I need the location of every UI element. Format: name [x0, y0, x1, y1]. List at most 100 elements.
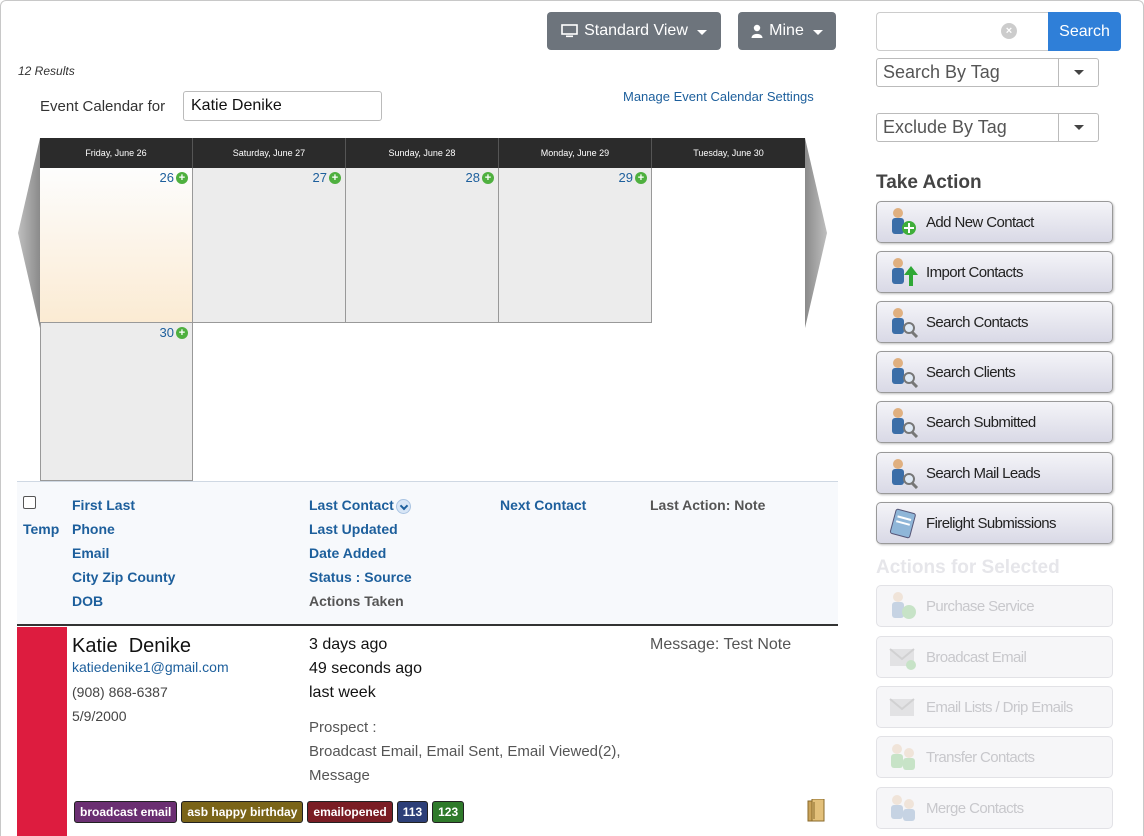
contact-tags: broadcast email asb happy birthday email…	[74, 801, 465, 823]
take-action-title: Take Action	[876, 172, 982, 193]
contact-row[interactable]: Katie Denike katiedenike1@gmail.com (908…	[17, 627, 838, 836]
calendar-cell[interactable]: 27 +	[193, 168, 346, 323]
col-email[interactable]: Email	[72, 545, 109, 561]
tag-badge[interactable]: asb happy birthday	[181, 801, 304, 823]
broadcast-email-button[interactable]: Broadcast Email	[876, 636, 1113, 678]
mine-button[interactable]: Mine	[738, 12, 836, 50]
calendar-day-header: Friday, June 26	[40, 138, 193, 168]
col-status-source[interactable]: Status : Source	[309, 569, 412, 585]
col-temp[interactable]: Temp	[23, 521, 59, 537]
clear-search-icon[interactable]: ×	[1001, 23, 1017, 39]
chevron-down-icon	[1058, 59, 1098, 86]
day-number: 28	[465, 170, 480, 185]
search-submitted-button[interactable]: Search Submitted	[876, 401, 1113, 443]
calendar-day-header: Monday, June 29	[499, 138, 652, 168]
search-submitted-icon	[892, 408, 919, 438]
email-lists-drip-emails-button[interactable]: Email Lists / Drip Emails	[876, 686, 1113, 728]
search-mail-leads-icon	[892, 459, 919, 489]
calendar-header: Friday, June 26 Saturday, June 27 Sunday…	[40, 138, 805, 168]
calendar-cell[interactable]: 30 +	[40, 323, 193, 481]
sort-chevron-icon[interactable]	[395, 498, 411, 514]
add-event-icon[interactable]: +	[482, 171, 494, 184]
manage-calendar-settings-link[interactable]: Manage Event Calendar Settings	[623, 89, 814, 104]
search-clients-label: Search Clients	[926, 363, 1016, 381]
purchase-service-label: Purchase Service	[926, 597, 1035, 615]
col-phone[interactable]: Phone	[72, 521, 115, 537]
actions-for-selected-title: Actions for Selected	[876, 557, 1060, 578]
search-clients-button[interactable]: Search Clients	[876, 351, 1113, 393]
search-by-tag-select[interactable]: Search By Tag	[876, 58, 1099, 87]
tag-badge[interactable]: 113	[396, 801, 429, 823]
import-contacts-button[interactable]: Import Contacts	[876, 251, 1113, 293]
firelight-submissions-button[interactable]: Firelight Submissions	[876, 502, 1113, 544]
folder-book-icon[interactable]	[807, 799, 825, 823]
add-event-icon[interactable]: +	[176, 171, 188, 184]
day-number: 30	[159, 325, 174, 340]
chevron-down-icon	[812, 29, 823, 35]
firelight-document-icon	[889, 508, 916, 539]
search-button[interactable]: Search	[1048, 12, 1121, 51]
exclude-by-tag-select[interactable]: Exclude By Tag	[876, 113, 1099, 142]
temperature-indicator	[17, 627, 67, 836]
monitor-icon	[561, 24, 578, 38]
import-contacts-icon	[892, 258, 918, 286]
standard-view-button[interactable]: Standard View	[547, 12, 721, 50]
select-all-checkbox[interactable]	[23, 496, 36, 509]
actions-taken-value-2: Message	[309, 767, 370, 784]
user-icon	[751, 24, 763, 38]
add-event-icon[interactable]: +	[329, 171, 341, 184]
calendar-cell[interactable]: 29 +	[499, 168, 652, 323]
results-count: 12 Results	[18, 64, 75, 78]
contact-email[interactable]: katiedenike1@gmail.com	[72, 659, 229, 675]
event-calendar-label: Event Calendar for	[40, 98, 166, 115]
calendar-prev-arrow-icon[interactable]	[18, 138, 40, 328]
search-clients-icon	[892, 358, 919, 388]
day-number: 27	[312, 170, 327, 185]
calendar-cell-today[interactable]: 26 +	[40, 168, 193, 323]
merge-contacts-button[interactable]: Merge Contacts	[876, 787, 1113, 829]
search-mail-leads-button[interactable]: Search Mail Leads	[876, 452, 1113, 494]
calendar-user-input[interactable]	[183, 91, 382, 121]
exclude-by-tag-label: Exclude By Tag	[883, 117, 1007, 137]
email-lists-icon	[889, 698, 915, 716]
col-last-contact-label: Last Contact	[309, 497, 394, 513]
event-calendar: Friday, June 26 Saturday, June 27 Sunday…	[40, 138, 805, 481]
transfer-contacts-button[interactable]: Transfer Contacts	[876, 736, 1113, 778]
status-value: Prospect :	[309, 719, 377, 736]
email-lists-drip-emails-label: Email Lists / Drip Emails	[926, 698, 1073, 716]
add-event-icon[interactable]: +	[176, 326, 188, 339]
tag-badge[interactable]: 123	[432, 801, 465, 823]
purchase-service-button[interactable]: Purchase Service	[876, 585, 1113, 627]
col-last-action: Last Action: Note	[650, 497, 766, 513]
last-contact-value: 3 days ago	[309, 636, 388, 653]
chevron-down-icon	[696, 29, 707, 35]
col-next-contact[interactable]: Next Contact	[500, 497, 586, 513]
col-date-added[interactable]: Date Added	[309, 545, 386, 561]
add-event-icon[interactable]: +	[635, 171, 647, 184]
contact-name[interactable]: Katie Denike	[72, 635, 191, 658]
add-new-contact-button[interactable]: Add New Contact	[876, 201, 1113, 243]
calendar-next-arrow-icon[interactable]	[805, 138, 827, 328]
calendar-cell[interactable]: 28 +	[346, 168, 499, 323]
search-mail-leads-label: Search Mail Leads	[926, 464, 1041, 482]
search-input[interactable]	[876, 12, 1048, 51]
firelight-submissions-label: Firelight Submissions	[926, 514, 1057, 532]
calendar-day-header: Tuesday, June 30	[693, 148, 764, 158]
col-last-updated[interactable]: Last Updated	[309, 521, 398, 537]
search-contacts-button[interactable]: Search Contacts	[876, 301, 1113, 343]
col-last-contact[interactable]: Last Contact	[309, 497, 411, 514]
contact-first-name: Katie	[72, 635, 118, 657]
date-added-value: last week	[309, 684, 376, 701]
day-number: 29	[618, 170, 633, 185]
add-new-contact-label: Add New Contact	[926, 213, 1034, 231]
day-number: 26	[159, 170, 174, 185]
col-first-last[interactable]: First Last	[72, 497, 135, 513]
tag-badge[interactable]: emailopened	[307, 801, 393, 823]
last-action-note: Message: Test Note	[650, 636, 792, 653]
col-dob[interactable]: DOB	[72, 593, 103, 609]
transfer-contacts-icon	[891, 744, 915, 770]
transfer-contacts-label: Transfer Contacts	[926, 748, 1035, 766]
col-city-zip-county[interactable]: City Zip County	[72, 569, 175, 585]
actions-taken-value: Broadcast Email, Email Sent, Email Viewe…	[309, 743, 621, 760]
tag-badge[interactable]: broadcast email	[74, 801, 178, 823]
